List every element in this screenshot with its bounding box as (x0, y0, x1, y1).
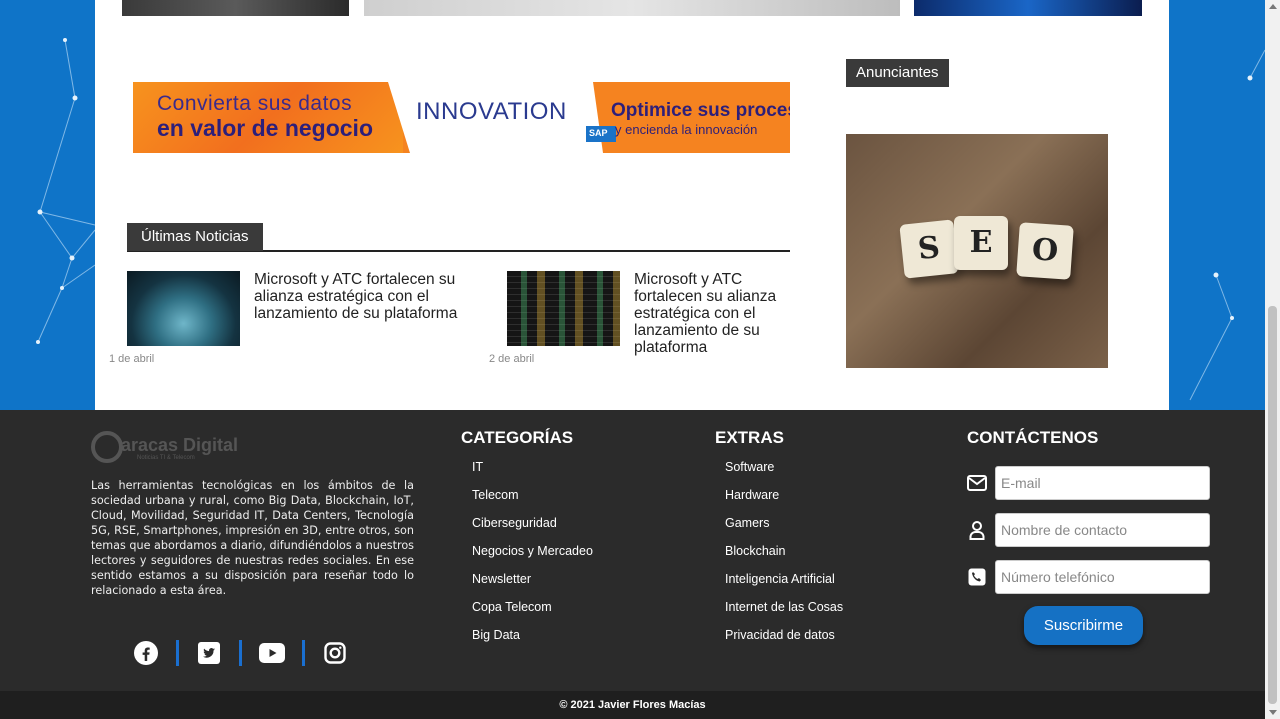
extras-link[interactable]: Inteligencia Artificial (725, 571, 843, 599)
page-scrollbar[interactable] (1265, 0, 1280, 719)
logo-title: aracas Digital (121, 435, 239, 455)
banner-right-line2: y encienda la innovación (615, 122, 758, 137)
extras-heading: EXTRAS (715, 428, 784, 447)
social-divider (239, 640, 242, 666)
contact-heading: CONTÁCTENOS (967, 428, 1099, 447)
about-text: Las herramientas tecnológicas en los ámb… (91, 479, 414, 597)
categories-list: IT Telecom Ciberseguridad Negocios y Mer… (472, 459, 593, 655)
banner-brand: INNOVATION (416, 98, 567, 125)
seo-ad-image[interactable]: S E O (846, 134, 1108, 368)
envelope-icon (967, 473, 987, 493)
category-link[interactable]: Big Data (472, 627, 593, 655)
news-date: 1 de abril (109, 353, 155, 365)
article-thumbnail[interactable] (914, 0, 1142, 16)
ad-banner[interactable]: Convierta sus datos en valor de negocio … (133, 82, 790, 153)
subscribe-button[interactable]: Suscribirme (1024, 606, 1143, 645)
youtube-icon[interactable] (259, 640, 285, 666)
phone-icon (967, 567, 987, 587)
news-image[interactable] (507, 271, 620, 346)
user-icon (967, 520, 987, 540)
category-link[interactable]: Copa Telecom (472, 599, 593, 627)
extras-link[interactable]: Software (725, 459, 843, 487)
article-thumbnail[interactable] (364, 0, 900, 16)
contact-name-field[interactable] (995, 513, 1210, 547)
facebook-icon[interactable] (133, 640, 159, 666)
social-divider (302, 640, 305, 666)
sap-logo: SAP (586, 126, 616, 142)
news-card[interactable]: Microsoft y ATC fortalecen su alianza es… (109, 271, 477, 371)
banner-text-line2: en valor de negocio (157, 115, 373, 141)
category-link[interactable]: IT (472, 459, 593, 487)
logo-mark (91, 431, 123, 463)
scroll-up-icon[interactable] (1269, 4, 1277, 9)
category-link[interactable]: Ciberseguridad (472, 515, 593, 543)
news-date: 2 de abril (489, 353, 535, 365)
email-field[interactable] (995, 466, 1210, 500)
category-link[interactable]: Newsletter (472, 571, 593, 599)
main-content: Convierta sus datos en valor de negocio … (95, 0, 1169, 410)
email-row (967, 466, 1210, 500)
twitter-icon[interactable] (196, 640, 222, 666)
seo-tile: S (899, 219, 959, 279)
extras-link[interactable]: Internet de las Cosas (725, 599, 843, 627)
social-divider (176, 640, 179, 666)
extras-link[interactable]: Hardware (725, 487, 843, 515)
copyright: © 2021 Javier Flores Macías (0, 691, 1265, 719)
latest-news-title: Últimas Noticias (127, 223, 263, 251)
logo-subtitle: Noticias TI & Telecom (137, 455, 195, 461)
news-card[interactable]: Microsoft y ATC fortalecen su alianza es… (507, 271, 790, 371)
phone-field[interactable] (995, 560, 1210, 594)
scroll-down-icon[interactable] (1269, 710, 1277, 715)
news-title[interactable]: Microsoft y ATC fortalecen su alianza es… (254, 271, 474, 322)
categories-heading: CATEGORÍAS (461, 428, 574, 447)
site-logo[interactable]: aracas Digital Noticias TI & Telecom (91, 427, 241, 467)
scrollbar-thumb[interactable] (1268, 306, 1277, 704)
category-link[interactable]: Telecom (472, 487, 593, 515)
name-row (967, 513, 1210, 547)
latest-news-header: Últimas Noticias (127, 223, 790, 252)
social-links (133, 640, 348, 666)
news-title[interactable]: Microsoft y ATC fortalecen su alianza es… (634, 271, 790, 356)
phone-row (967, 560, 1210, 594)
extras-list: Software Hardware Gamers Blockchain Inte… (725, 459, 843, 655)
seo-tile: E (954, 216, 1008, 270)
advertisers-heading: Anunciantes (846, 59, 949, 87)
news-image[interactable] (127, 271, 240, 346)
article-thumbnail[interactable] (122, 0, 349, 16)
banner-right-line1: Optimice sus procesos (611, 100, 790, 121)
extras-link[interactable]: Privacidad de datos (725, 627, 843, 655)
seo-tile: O (1016, 222, 1074, 280)
footer: aracas Digital Noticias TI & Telecom Las… (0, 410, 1265, 691)
category-link[interactable]: Negocios y Mercadeo (472, 543, 593, 571)
extras-link[interactable]: Blockchain (725, 543, 843, 571)
banner-text-line1: Convierta sus datos (157, 92, 353, 115)
extras-link[interactable]: Gamers (725, 515, 843, 543)
instagram-icon[interactable] (322, 640, 348, 666)
